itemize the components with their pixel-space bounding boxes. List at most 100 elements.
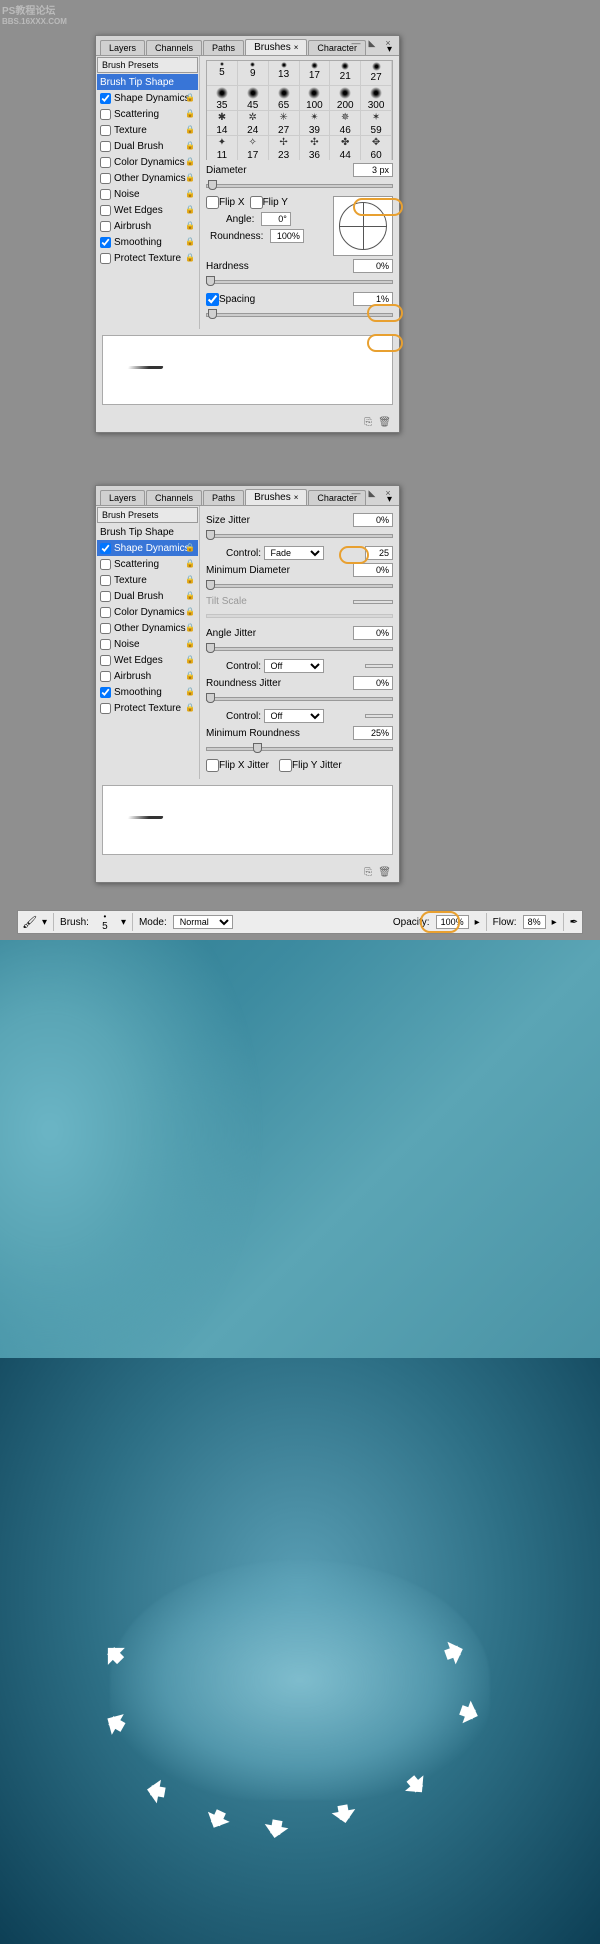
brush-preset[interactable]: ✵46: [330, 111, 361, 136]
brush-preset[interactable]: ✦11: [207, 136, 238, 160]
mode-select[interactable]: Normal: [173, 915, 233, 929]
tab-brushes[interactable]: Brushes×: [245, 489, 307, 505]
diameter-slider[interactable]: [206, 180, 393, 190]
other-dynamics-item[interactable]: Other Dynamics🔒: [97, 170, 198, 186]
size-jitter-field[interactable]: 0%: [353, 513, 393, 527]
brush-preset[interactable]: 13: [269, 61, 300, 86]
min-diameter-field[interactable]: 0%: [353, 563, 393, 577]
dual-brush-item[interactable]: Dual Brush🔒: [97, 588, 198, 604]
diameter-field[interactable]: 3 px: [353, 163, 393, 177]
airbrush-item[interactable]: Airbrush🔒: [97, 668, 198, 684]
brush-preset[interactable]: ✱14: [207, 111, 238, 136]
close-icon[interactable]: ×: [381, 488, 395, 499]
tab-brushes[interactable]: Brushes×: [245, 39, 307, 55]
brush-preset[interactable]: 17: [300, 61, 331, 86]
shape-dynamics-item[interactable]: Shape Dynamics🔒: [97, 540, 198, 556]
angle-roundness-widget[interactable]: [333, 196, 393, 256]
control-select[interactable]: Off: [264, 659, 324, 673]
brush-tool-icon[interactable]: [22, 915, 36, 929]
flip-x-jitter-checkbox[interactable]: [206, 759, 219, 772]
brush-preset[interactable]: 45: [238, 86, 269, 111]
new-doc-icon[interactable]: ⎘: [364, 417, 372, 428]
trash-icon[interactable]: 🗑: [378, 867, 391, 878]
other-dynamics-item[interactable]: Other Dynamics🔒: [97, 620, 198, 636]
angle-field[interactable]: 0°: [261, 212, 291, 226]
hardness-slider[interactable]: [206, 276, 393, 286]
dual-brush-item[interactable]: Dual Brush🔒: [97, 138, 198, 154]
dock-icon[interactable]: ◣: [365, 488, 379, 499]
scattering-item[interactable]: Scattering🔒: [97, 556, 198, 572]
spacing-checkbox[interactable]: [206, 293, 219, 306]
brush-preset[interactable]: 100: [300, 86, 331, 111]
brush-preset[interactable]: ✢23: [269, 136, 300, 160]
brush-preset[interactable]: ✳27: [269, 111, 300, 136]
roundness-field[interactable]: 100%: [270, 229, 304, 243]
brush-presets-item[interactable]: Brush Presets: [97, 57, 198, 73]
spacing-field[interactable]: 1%: [353, 292, 393, 306]
dock-icon[interactable]: ◣: [365, 38, 379, 49]
flow-field[interactable]: 8%: [523, 915, 546, 929]
brush-preset[interactable]: 65: [269, 86, 300, 111]
noise-item[interactable]: Noise🔒: [97, 186, 198, 202]
control-select[interactable]: Fade: [264, 546, 324, 560]
brush-preset[interactable]: 5: [207, 61, 238, 86]
scattering-item[interactable]: Scattering🔒: [97, 106, 198, 122]
roundness-jitter-slider[interactable]: [206, 693, 393, 703]
spacing-slider[interactable]: [206, 309, 393, 319]
wet-edges-item[interactable]: Wet Edges🔒: [97, 652, 198, 668]
color-dynamics-item[interactable]: Color Dynamics🔒: [97, 154, 198, 170]
roundness-jitter-field[interactable]: 0%: [353, 676, 393, 690]
brush-preset[interactable]: 21: [330, 61, 361, 86]
tab-channels[interactable]: Channels: [146, 40, 202, 55]
flip-x-checkbox[interactable]: [206, 196, 219, 209]
brush-presets-item[interactable]: Brush Presets: [97, 507, 198, 523]
smoothing-item[interactable]: Smoothing🔒: [97, 234, 198, 250]
brush-preset[interactable]: ✴39: [300, 111, 331, 136]
control-steps-field[interactable]: 25: [365, 546, 393, 560]
brush-preset[interactable]: 35: [207, 86, 238, 111]
brush-preset[interactable]: ✣36: [300, 136, 331, 160]
minimize-icon[interactable]: —: [349, 488, 363, 499]
brush-preset[interactable]: ✤44: [330, 136, 361, 160]
brush-preset[interactable]: 200: [330, 86, 361, 111]
brush-preset[interactable]: 9: [238, 61, 269, 86]
new-doc-icon[interactable]: ⎘: [364, 867, 372, 878]
brush-preset[interactable]: ✶59: [361, 111, 392, 136]
color-dynamics-item[interactable]: Color Dynamics🔒: [97, 604, 198, 620]
texture-item[interactable]: Texture🔒: [97, 122, 198, 138]
tab-paths[interactable]: Paths: [203, 40, 244, 55]
angle-jitter-field[interactable]: 0%: [353, 626, 393, 640]
noise-item[interactable]: Noise🔒: [97, 636, 198, 652]
flip-y-checkbox[interactable]: [250, 196, 263, 209]
brush-tip-shape-item[interactable]: Brush Tip Shape: [97, 74, 198, 90]
tab-paths[interactable]: Paths: [203, 490, 244, 505]
tab-layers[interactable]: Layers: [100, 490, 145, 505]
brush-preset[interactable]: 300: [361, 86, 392, 111]
brush-preset[interactable]: ✥60: [361, 136, 392, 160]
shape-dynamics-item[interactable]: Shape Dynamics🔒: [97, 90, 198, 106]
protect-texture-item[interactable]: Protect Texture🔒: [97, 250, 198, 266]
trash-icon[interactable]: 🗑: [378, 417, 391, 428]
close-icon[interactable]: ×: [381, 38, 395, 49]
airbrush-icon[interactable]: ✒: [570, 917, 578, 928]
tab-layers[interactable]: Layers: [100, 40, 145, 55]
minimize-icon[interactable]: —: [349, 38, 363, 49]
angle-jitter-slider[interactable]: [206, 643, 393, 653]
min-roundness-field[interactable]: 25%: [353, 726, 393, 740]
tab-channels[interactable]: Channels: [146, 490, 202, 505]
protect-texture-item[interactable]: Protect Texture🔒: [97, 700, 198, 716]
smoothing-item[interactable]: Smoothing🔒: [97, 684, 198, 700]
wet-edges-item[interactable]: Wet Edges🔒: [97, 202, 198, 218]
flip-y-jitter-checkbox[interactable]: [279, 759, 292, 772]
min-roundness-slider[interactable]: [206, 743, 393, 753]
brush-size[interactable]: 5: [102, 921, 108, 932]
texture-item[interactable]: Texture🔒: [97, 572, 198, 588]
hardness-field[interactable]: 0%: [353, 259, 393, 273]
brush-preset[interactable]: 27: [361, 61, 392, 86]
airbrush-item[interactable]: Airbrush🔒: [97, 218, 198, 234]
size-jitter-slider[interactable]: [206, 530, 393, 540]
brush-tip-shape-item[interactable]: Brush Tip Shape: [97, 524, 198, 540]
brush-preset[interactable]: ✲24: [238, 111, 269, 136]
brush-preset[interactable]: ✧17: [238, 136, 269, 160]
min-diameter-slider[interactable]: [206, 580, 393, 590]
